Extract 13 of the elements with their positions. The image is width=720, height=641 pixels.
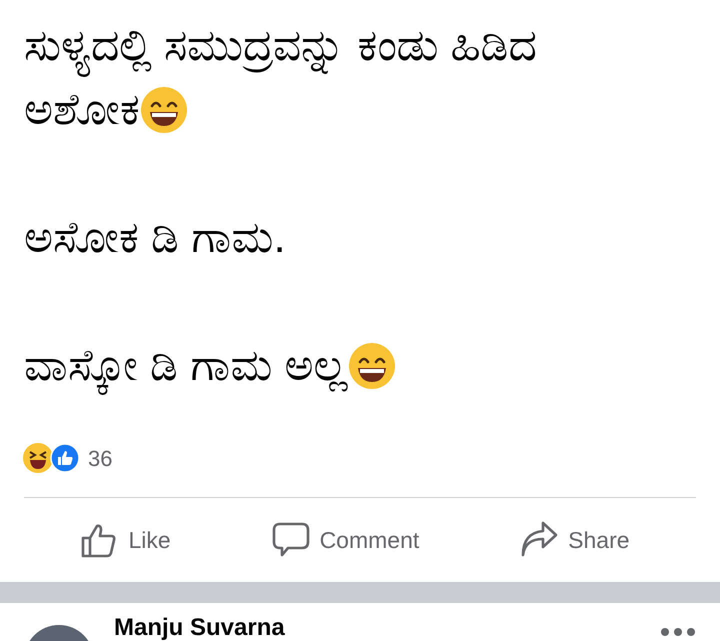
reaction-count: 36	[88, 444, 112, 472]
share-button[interactable]: Share	[512, 517, 638, 563]
post-text: ಸುಳ್ಯದಲ್ಲಿ ಸಮುದ್ರವನ್ನು ಕಂಡು ಹಿಡಿದ ಅಶೋಕ	[24, 20, 537, 136]
like-reaction-icon	[50, 443, 80, 473]
like-button[interactable]: Like	[72, 517, 179, 563]
comment-button[interactable]: Comment	[264, 517, 428, 563]
author-name[interactable]: Manju Suvarna	[114, 615, 285, 640]
share-arrow-icon	[520, 521, 558, 559]
laugh-reaction-icon	[22, 442, 54, 474]
post-text: ವಾಸ್ಕೋ ಡಿ ಗಾಮ ಅಲ್ಲ	[24, 335, 348, 406]
speech-bubble-icon	[272, 521, 310, 559]
post-text: ಅಸೋಕ ಡಿ ಗಾಮ.	[24, 212, 286, 264]
more-options-icon[interactable]	[660, 627, 696, 637]
